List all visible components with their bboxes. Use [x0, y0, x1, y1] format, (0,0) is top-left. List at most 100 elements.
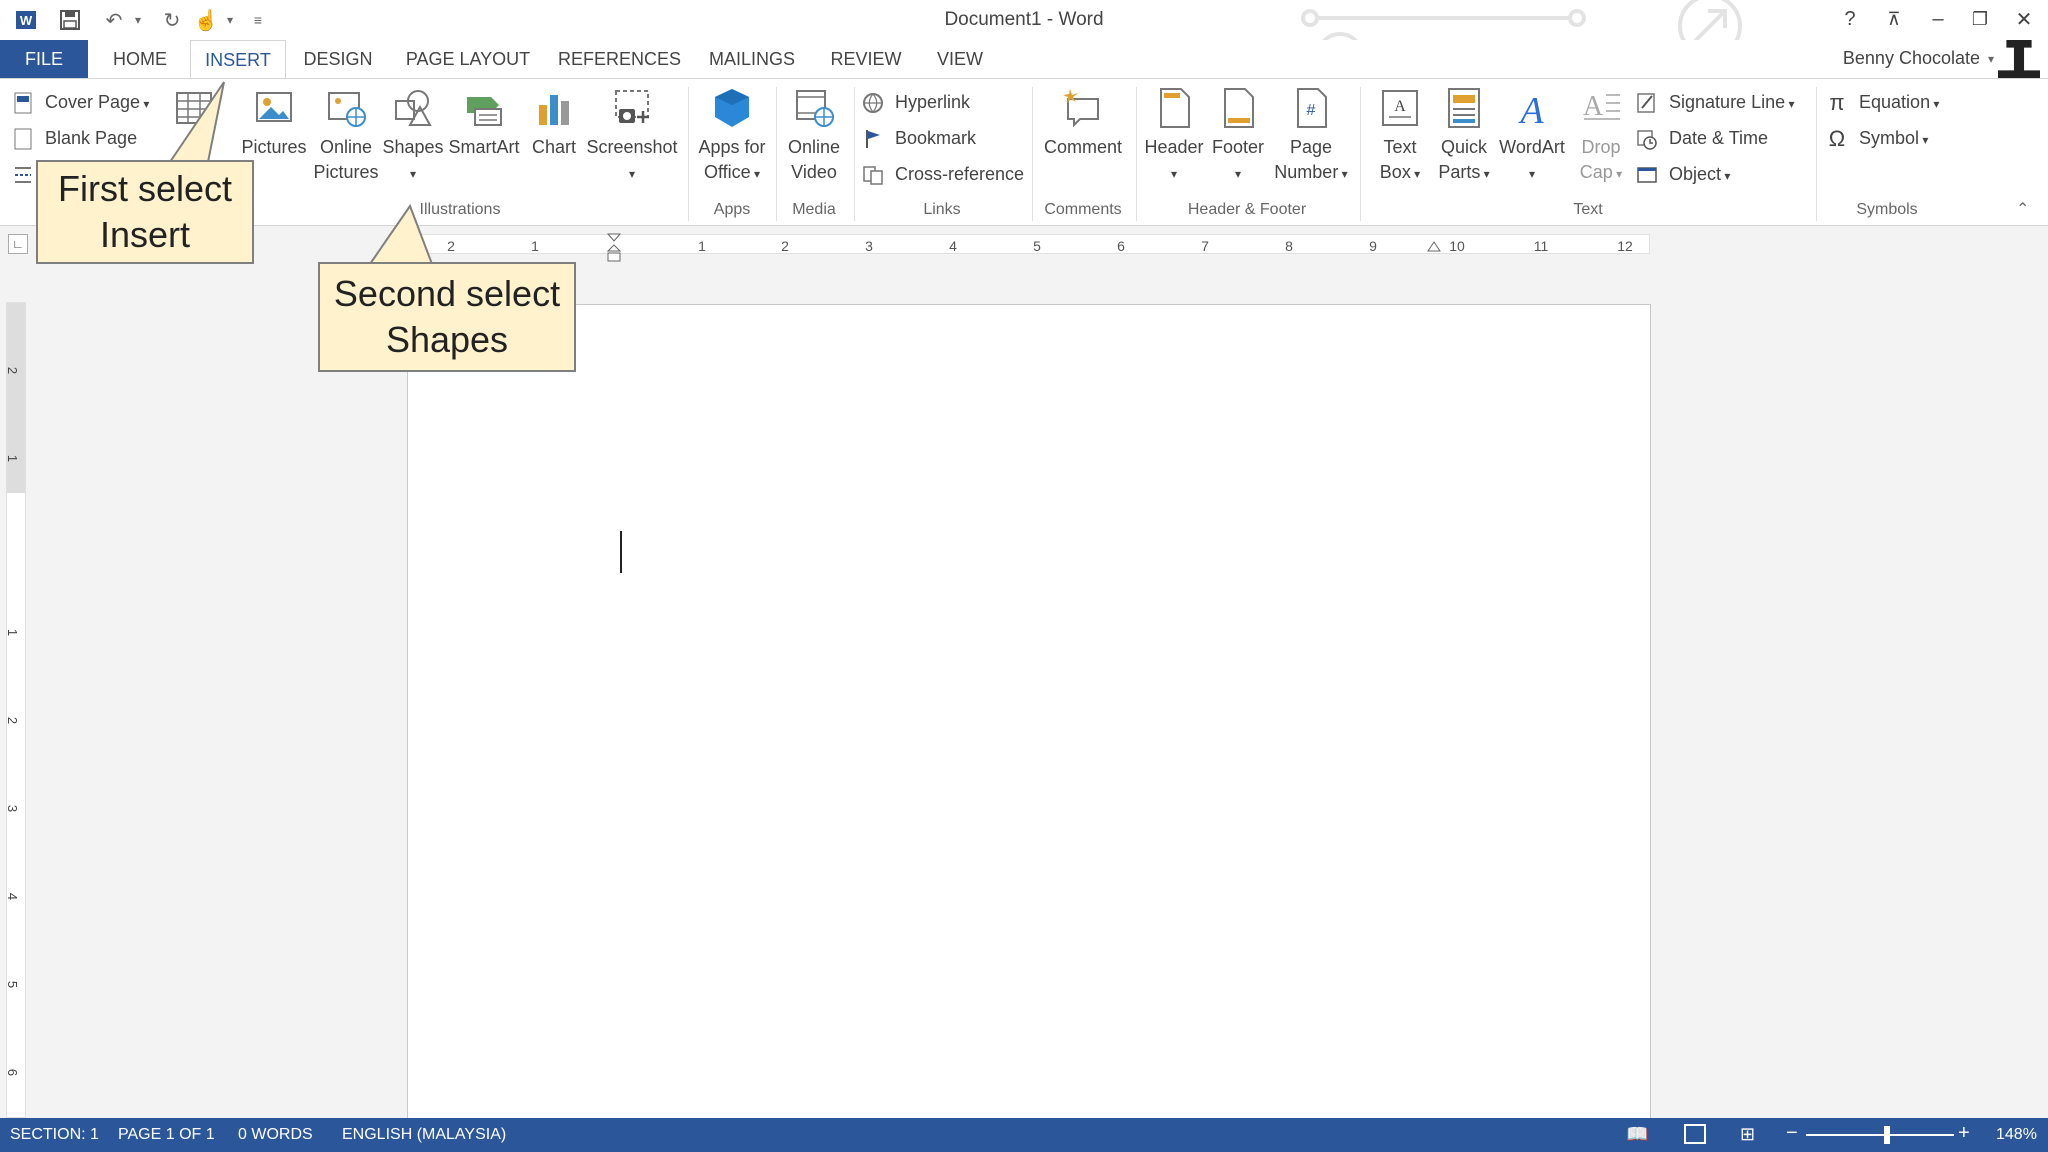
- online-pictures-button[interactable]: Online Pictures: [310, 87, 382, 185]
- symbol-button[interactable]: Ω Symbol ▾: [1826, 123, 1929, 153]
- ruler-tick: 8: [1285, 238, 1293, 254]
- smartart-icon: [467, 97, 502, 126]
- account-dropdown-icon[interactable]: ▾: [1988, 52, 1994, 66]
- svg-text:A: A: [1583, 91, 1604, 122]
- help-icon[interactable]: ?: [1832, 4, 1868, 34]
- comment-button[interactable]: Comment: [1038, 87, 1128, 160]
- ruler-tick: 1: [5, 454, 21, 463]
- quick-parts-button[interactable]: Quick Parts ▾: [1432, 87, 1496, 187]
- table-icon: [176, 92, 212, 124]
- apps-for-office-button[interactable]: Apps for Office ▾: [694, 87, 770, 187]
- cover-page-button[interactable]: Cover Page ▾: [12, 87, 149, 117]
- comment-icon: [1063, 89, 1099, 128]
- ruler-tick: 6: [5, 1068, 21, 1077]
- cross-reference-button[interactable]: Cross-reference: [862, 159, 1024, 189]
- text-cursor: [620, 531, 622, 573]
- ruler-tick: 3: [865, 238, 873, 254]
- status-section[interactable]: SECTION: 1: [10, 1126, 99, 1144]
- indent-marker-icon[interactable]: [606, 233, 622, 262]
- right-indent-marker-icon[interactable]: [1427, 241, 1441, 255]
- online-pictures-icon: [328, 92, 366, 127]
- tab-view[interactable]: VIEW: [928, 40, 992, 78]
- zoom-in-icon[interactable]: +: [1958, 1122, 1970, 1145]
- status-bar: SECTION: 1 PAGE 1 OF 1 0 WORDS ENGLISH (…: [0, 1118, 2048, 1152]
- svg-text:A: A: [1517, 90, 1544, 129]
- ruler-tick: 4: [949, 238, 957, 254]
- document-area[interactable]: 2 1 1 2 3 4 5 6: [0, 262, 2048, 1144]
- zoom-slider[interactable]: [1806, 1134, 1954, 1136]
- ribbon-separator: [1360, 87, 1361, 221]
- document-page[interactable]: [407, 304, 1651, 1144]
- page-number-button[interactable]: # Page Number ▾: [1270, 87, 1352, 187]
- tab-page-layout[interactable]: PAGE LAYOUT: [400, 40, 536, 78]
- online-video-icon: [796, 90, 834, 127]
- tab-selector-icon[interactable]: ∟: [8, 234, 28, 254]
- footer-button[interactable]: Footer ▾: [1206, 87, 1270, 187]
- print-layout-icon[interactable]: [1684, 1124, 1706, 1144]
- ribbon-display-options-icon[interactable]: ⊼: [1876, 4, 1912, 34]
- chart-button[interactable]: Chart: [526, 87, 582, 160]
- ruler-tick: 4: [5, 892, 21, 901]
- ruler-tick: 1: [698, 238, 706, 254]
- text-box-icon: A: [1382, 90, 1418, 126]
- zoom-out-icon[interactable]: −: [1786, 1122, 1798, 1145]
- web-layout-icon[interactable]: ⊞: [1740, 1124, 1755, 1145]
- screenshot-button[interactable]: Screenshot ▾: [586, 87, 678, 187]
- status-word-count[interactable]: 0 WORDS: [238, 1126, 313, 1144]
- tab-file[interactable]: FILE: [0, 40, 88, 78]
- cover-page-icon: [14, 92, 32, 114]
- vertical-ruler[interactable]: 2 1 1 2 3 4 5 6: [5, 302, 26, 1118]
- hyperlink-button[interactable]: Hyperlink: [862, 87, 970, 117]
- group-label-header-footer: Header & Footer: [1187, 201, 1307, 218]
- smartart-button[interactable]: SmartArt: [446, 87, 522, 160]
- tab-insert[interactable]: INSERT: [190, 40, 286, 79]
- status-language[interactable]: ENGLISH (MALAYSIA): [342, 1126, 506, 1144]
- read-mode-icon[interactable]: 📖: [1626, 1124, 1648, 1145]
- word-window: W ↶ ▾ ↻ ☝ ▾ ≡ Document1 - Word ? ⊼ – ❐ ✕…: [0, 0, 2048, 1152]
- drop-cap-icon: A: [1583, 91, 1620, 122]
- wordart-button[interactable]: A WordArt ▾: [1494, 87, 1570, 187]
- ribbon-separator: [1032, 87, 1033, 221]
- drop-cap-button[interactable]: A Drop Cap ▾: [1570, 87, 1632, 187]
- user-account[interactable]: Benny Chocolate: [1843, 48, 1980, 69]
- pictures-button[interactable]: Pictures: [238, 87, 310, 160]
- online-video-button[interactable]: Online Video: [780, 87, 848, 185]
- equation-button[interactable]: π Equation ▾: [1826, 87, 1939, 117]
- ruler-tick: 7: [1201, 238, 1209, 254]
- text-box-button[interactable]: A Text Box ▾: [1366, 87, 1434, 187]
- tab-design[interactable]: DESIGN: [300, 40, 376, 78]
- shapes-button[interactable]: Shapes ▾: [382, 87, 444, 187]
- signature-line-button[interactable]: Signature Line ▾: [1636, 87, 1794, 117]
- page-number-icon: #: [1297, 88, 1327, 128]
- object-button[interactable]: Object ▾: [1636, 159, 1730, 189]
- ribbon-tabs: FILE HOME INSERT DESIGN PAGE LAYOUT REFE…: [0, 40, 2048, 79]
- horizontal-ruler[interactable]: 2 1 1 2 3 4 5 6 7 8 9 10 11 12: [410, 233, 1650, 262]
- group-label-media: Media: [792, 201, 836, 218]
- ruler-tick: 3: [5, 804, 21, 813]
- date-time-button[interactable]: Date & Time: [1636, 123, 1768, 153]
- table-button[interactable]: [170, 87, 218, 135]
- tab-mailings[interactable]: MAILINGS: [702, 40, 802, 78]
- page-break-icon: [15, 167, 31, 184]
- status-page[interactable]: PAGE 1 OF 1: [118, 1126, 215, 1144]
- tab-home[interactable]: HOME: [104, 40, 176, 78]
- close-icon[interactable]: ✕: [2006, 4, 2042, 34]
- avatar[interactable]: [1998, 40, 2040, 78]
- tab-review[interactable]: REVIEW: [826, 40, 906, 78]
- zoom-slider-thumb[interactable]: [1884, 1126, 1890, 1144]
- blank-page-button[interactable]: Blank Page: [12, 123, 137, 153]
- tab-references[interactable]: REFERENCES: [558, 40, 681, 78]
- signature-line-icon: [1637, 93, 1655, 113]
- header-button[interactable]: Header ▾: [1142, 87, 1206, 187]
- restore-icon[interactable]: ❐: [1962, 4, 1998, 34]
- ruler-tick: 5: [1033, 238, 1041, 254]
- cross-reference-icon: [863, 166, 883, 185]
- ruler-tick: 5: [5, 980, 21, 989]
- bookmark-button[interactable]: Bookmark: [862, 123, 976, 153]
- apps-for-office-icon: [715, 89, 749, 127]
- collapse-ribbon-icon[interactable]: ⌃: [2016, 199, 2029, 219]
- minimize-icon[interactable]: –: [1920, 4, 1956, 34]
- zoom-level[interactable]: 148%: [1996, 1126, 2037, 1144]
- group-label-comments: Comments: [1044, 201, 1122, 218]
- document-title: Document1 - Word: [944, 9, 1104, 30]
